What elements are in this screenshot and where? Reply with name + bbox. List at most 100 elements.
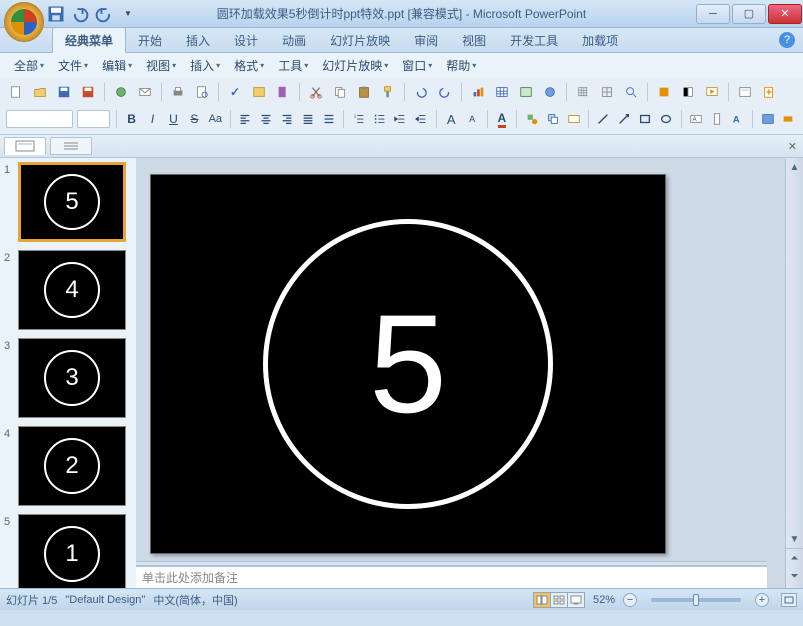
- bullet-list-icon[interactable]: [371, 109, 388, 129]
- permission-icon[interactable]: [111, 82, 131, 102]
- menu-edit[interactable]: 编辑▾: [96, 55, 138, 76]
- font-size-dec-icon[interactable]: A: [464, 109, 481, 129]
- line-icon[interactable]: [595, 109, 612, 129]
- copy-icon[interactable]: [330, 82, 350, 102]
- menu-slideshow[interactable]: 幻灯片放映▾: [316, 55, 394, 76]
- italic-button[interactable]: I: [144, 109, 161, 129]
- quickstyle-icon[interactable]: [565, 109, 582, 129]
- slide-thumb-5[interactable]: 1: [18, 514, 126, 588]
- view-sorter-icon[interactable]: [550, 592, 568, 608]
- slide-thumb-1[interactable]: 5: [18, 162, 126, 242]
- table2-icon[interactable]: [516, 82, 536, 102]
- cut-icon[interactable]: [306, 82, 326, 102]
- print-preview-icon[interactable]: [192, 82, 212, 102]
- scroll-up-icon[interactable]: ▲: [786, 158, 803, 176]
- wordart-icon[interactable]: A: [729, 109, 746, 129]
- menu-view[interactable]: 视图▾: [140, 55, 182, 76]
- slides-tab[interactable]: [4, 137, 46, 155]
- view-normal-icon[interactable]: [533, 592, 551, 608]
- menu-insert[interactable]: 插入▾: [184, 55, 226, 76]
- undo-button[interactable]: [70, 4, 90, 24]
- scroll-down-icon[interactable]: ▼: [786, 530, 803, 548]
- maximize-button[interactable]: ▢: [732, 4, 766, 24]
- redo-button[interactable]: [94, 4, 114, 24]
- font-size-inc-icon[interactable]: A: [443, 109, 460, 129]
- newslide-icon[interactable]: [759, 82, 779, 102]
- saveas-icon[interactable]: [78, 82, 98, 102]
- slide-thumb-4[interactable]: 2: [18, 426, 126, 506]
- menu-all[interactable]: 全部▾: [8, 55, 50, 76]
- print-icon[interactable]: [168, 82, 188, 102]
- menu-format[interactable]: 格式▾: [228, 55, 270, 76]
- shapes-icon[interactable]: [523, 109, 540, 129]
- vertical-text-icon[interactable]: [708, 109, 725, 129]
- tab-insert[interactable]: 插入: [174, 28, 222, 52]
- paste-icon[interactable]: [354, 82, 374, 102]
- table-icon[interactable]: [492, 82, 512, 102]
- help-icon[interactable]: ?: [779, 32, 795, 48]
- underline-button[interactable]: U: [165, 109, 182, 129]
- font-color-icon[interactable]: A: [493, 109, 510, 129]
- bw-icon[interactable]: [678, 82, 698, 102]
- slide-thumb-3[interactable]: 3: [18, 338, 126, 418]
- tab-review[interactable]: 审阅: [402, 28, 450, 52]
- tab-design[interactable]: 设计: [222, 28, 270, 52]
- close-button[interactable]: ✕: [768, 4, 802, 24]
- zoom-slider[interactable]: [651, 598, 741, 602]
- hyperlink-icon[interactable]: [540, 82, 560, 102]
- status-language[interactable]: 中文(简体，中国): [153, 592, 237, 608]
- indent-inc-icon[interactable]: [413, 109, 430, 129]
- distribute-icon[interactable]: [320, 109, 337, 129]
- tab-classic-menu[interactable]: 经典菜单: [52, 27, 126, 53]
- minimize-button[interactable]: ─: [696, 4, 730, 24]
- office-button[interactable]: [4, 2, 44, 42]
- qat-dropdown[interactable]: ▼: [118, 4, 138, 24]
- menu-file[interactable]: 文件▾: [52, 55, 94, 76]
- spelling-icon[interactable]: ✓: [225, 82, 245, 102]
- numbered-list-icon[interactable]: 1: [350, 109, 367, 129]
- panel-close-icon[interactable]: ✕: [788, 140, 797, 153]
- oval-icon[interactable]: [658, 109, 675, 129]
- tab-addins[interactable]: 加载项: [570, 28, 630, 52]
- view-slideshow-icon[interactable]: [567, 592, 585, 608]
- new-icon[interactable]: [6, 82, 26, 102]
- zoom-in-button[interactable]: +: [755, 593, 769, 607]
- strikethrough-button[interactable]: S: [186, 109, 203, 129]
- open-icon[interactable]: [30, 82, 50, 102]
- tab-view[interactable]: 视图: [450, 28, 498, 52]
- rectangle-icon[interactable]: [637, 109, 654, 129]
- tab-slideshow[interactable]: 幻灯片放映: [318, 28, 402, 52]
- grid-icon[interactable]: [573, 82, 593, 102]
- tab-developer[interactable]: 开发工具: [498, 28, 570, 52]
- align-justify-icon[interactable]: [299, 109, 316, 129]
- save-icon[interactable]: [54, 82, 74, 102]
- prev-slide-icon[interactable]: ⏶: [786, 549, 803, 567]
- vertical-scrollbar[interactable]: ▲ ▼ ⏶ ⏷: [785, 158, 803, 588]
- thesaurus-icon[interactable]: [273, 82, 293, 102]
- notes-pane[interactable]: 单击此处添加备注: [136, 566, 767, 588]
- design-icon[interactable]: [759, 109, 776, 129]
- research-icon[interactable]: [249, 82, 269, 102]
- menu-tools[interactable]: 工具▾: [272, 55, 314, 76]
- redo2-icon[interactable]: [435, 82, 455, 102]
- chart-icon[interactable]: [468, 82, 488, 102]
- zoom-icon[interactable]: [621, 82, 641, 102]
- changecase-button[interactable]: Aa: [207, 109, 224, 129]
- indent-dec-icon[interactable]: [392, 109, 409, 129]
- fontsize-dropdown[interactable]: [77, 110, 111, 128]
- zoom-slider-handle[interactable]: [693, 594, 699, 606]
- scroll-track[interactable]: [786, 176, 803, 530]
- align-right-icon[interactable]: [279, 109, 296, 129]
- next-slide-icon[interactable]: ⏷: [786, 567, 803, 585]
- transition-icon[interactable]: [780, 109, 797, 129]
- slide-thumb-2[interactable]: 4: [18, 250, 126, 330]
- outline-tab[interactable]: [50, 137, 92, 155]
- zoom-label[interactable]: 52%: [593, 594, 615, 606]
- save-button[interactable]: [46, 4, 66, 24]
- tab-animation[interactable]: 动画: [270, 28, 318, 52]
- align-center-icon[interactable]: [258, 109, 275, 129]
- color-icon[interactable]: [654, 82, 674, 102]
- arrange-icon[interactable]: [544, 109, 561, 129]
- font-dropdown[interactable]: [6, 110, 73, 128]
- undo2-icon[interactable]: [411, 82, 431, 102]
